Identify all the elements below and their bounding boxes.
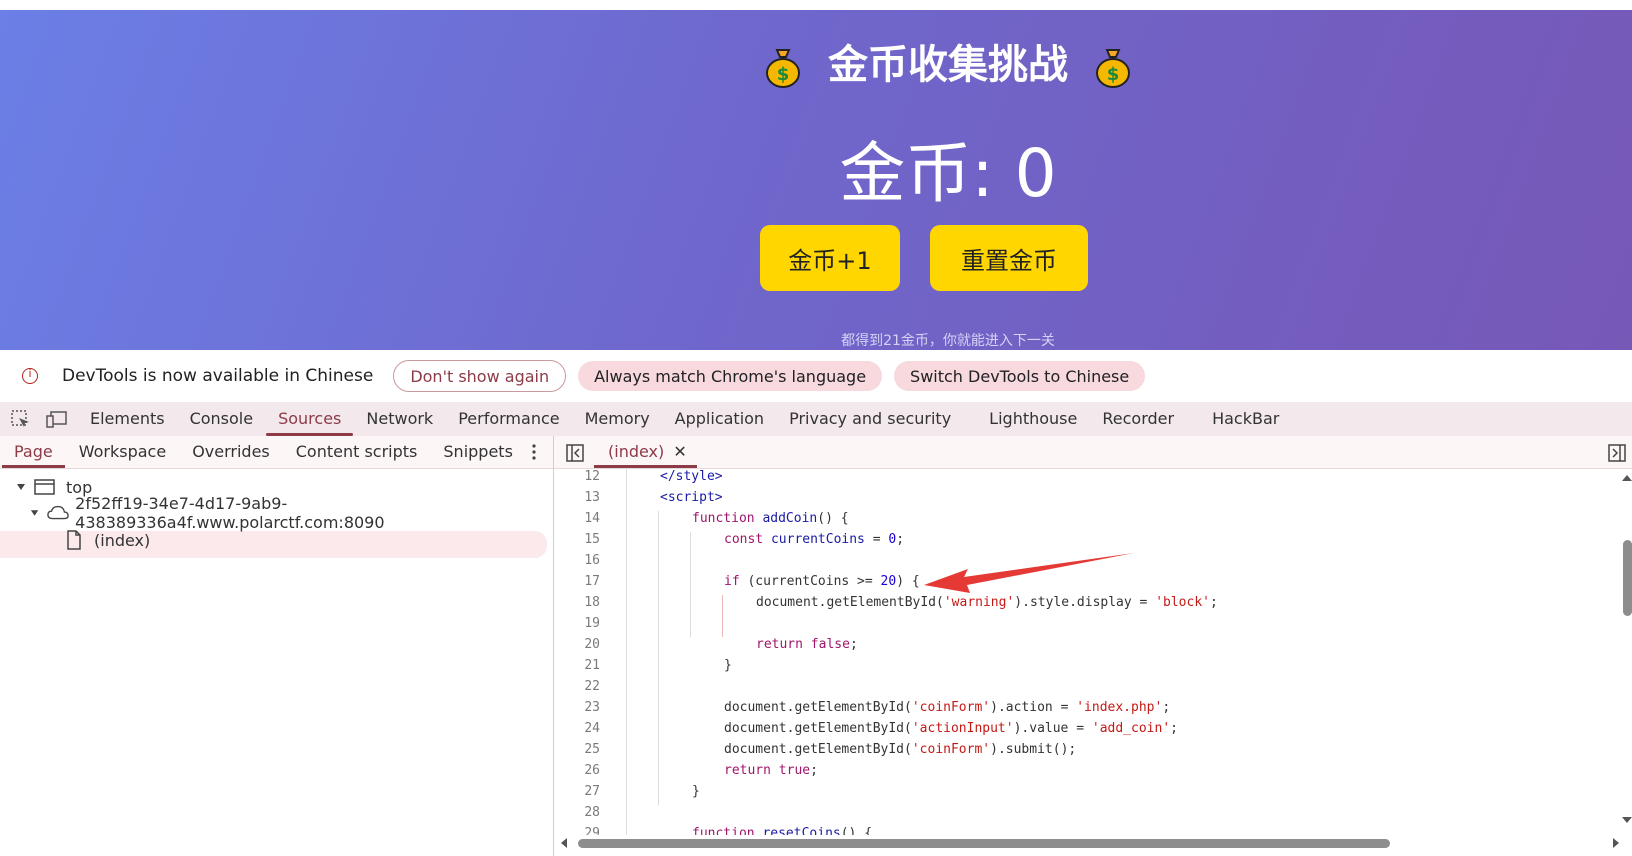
code-line: } bbox=[724, 658, 732, 673]
tab-elements[interactable]: Elements bbox=[90, 402, 165, 436]
tab-recorder[interactable]: Recorder bbox=[1102, 402, 1174, 436]
switch-to-chinese-button[interactable]: Switch DevTools to Chinese bbox=[894, 361, 1146, 391]
line-number: 17 bbox=[584, 574, 600, 589]
banner-message: DevTools is now available in Chinese bbox=[62, 366, 374, 386]
frame-icon bbox=[34, 479, 55, 495]
tab-performance[interactable]: Performance bbox=[458, 402, 559, 436]
indent-guide bbox=[626, 469, 627, 835]
navigator-tabs: Page Workspace Overrides Content scripts… bbox=[0, 436, 553, 469]
indent-guide bbox=[722, 595, 723, 637]
code-line: return true; bbox=[724, 763, 818, 778]
line-number: 13 bbox=[584, 490, 600, 505]
indent-guide bbox=[690, 532, 691, 637]
line-number: 26 bbox=[584, 763, 600, 778]
game-page: $ 金币收集挑战 $ 金币: 0 金币+1 重置金币 都得到21金币，你就能进入… bbox=[0, 10, 1632, 350]
indent-guide bbox=[658, 511, 659, 805]
scroll-down-icon[interactable] bbox=[1622, 816, 1632, 824]
device-toolbar-icon[interactable] bbox=[46, 409, 68, 429]
game-title: $ 金币收集挑战 $ bbox=[0, 32, 1632, 90]
line-number: 25 bbox=[584, 742, 600, 757]
subtab-workspace[interactable]: Workspace bbox=[79, 436, 166, 468]
scroll-right-icon[interactable] bbox=[1612, 838, 1620, 848]
code-line: <script> bbox=[660, 490, 723, 505]
subtab-overrides[interactable]: Overrides bbox=[192, 436, 270, 468]
code-line: if (currentCoins >= 20) { bbox=[724, 574, 920, 589]
money-bag-icon: $ bbox=[1095, 49, 1130, 88]
line-number: 27 bbox=[584, 784, 600, 799]
dont-show-again-button[interactable]: Don't show again bbox=[393, 360, 567, 392]
tree-item-index[interactable]: (index) bbox=[66, 527, 150, 553]
tab-network[interactable]: Network bbox=[366, 402, 433, 436]
line-number: 18 bbox=[584, 595, 600, 610]
file-tree: top 2f52ff19-34e7-4d17-9ab9-438389336a4f… bbox=[0, 469, 553, 856]
always-match-language-button[interactable]: Always match Chrome's language bbox=[578, 361, 883, 391]
code-line: const currentCoins = 0; bbox=[724, 532, 905, 547]
code-editor[interactable]: 12 13 14 15 16 17 18 19 20 21 22 23 24 2… bbox=[554, 469, 1632, 835]
file-tab-label: (index) bbox=[608, 442, 665, 461]
horizontal-scroll-thumb[interactable] bbox=[578, 839, 1390, 848]
horizontal-scrollbar[interactable] bbox=[554, 835, 1632, 851]
money-bag-icon: $ bbox=[766, 49, 801, 88]
subtab-page[interactable]: Page bbox=[2, 436, 65, 468]
coin-count: 金币: 0 bbox=[839, 135, 1057, 212]
line-number: 22 bbox=[584, 679, 600, 694]
hint-text: 都得到21金币，你就能进入下一关 bbox=[841, 333, 1055, 349]
toggle-debugger-icon[interactable] bbox=[1608, 444, 1626, 462]
code-line: function addCoin() { bbox=[692, 511, 849, 526]
line-number: 15 bbox=[584, 532, 600, 547]
file-tab-index[interactable]: (index) ✕ bbox=[594, 436, 697, 468]
triangle-down-icon bbox=[17, 484, 25, 490]
reset-coin-button[interactable]: 重置金币 bbox=[930, 225, 1088, 291]
inspect-element-icon[interactable] bbox=[10, 409, 32, 429]
line-number: 24 bbox=[584, 721, 600, 736]
tab-console[interactable]: Console bbox=[190, 402, 254, 436]
tab-memory[interactable]: Memory bbox=[585, 402, 650, 436]
triangle-down-icon bbox=[30, 510, 39, 516]
file-icon bbox=[67, 530, 81, 550]
code-line: return false; bbox=[756, 637, 858, 652]
scroll-left-icon[interactable] bbox=[560, 838, 568, 848]
code-line: } bbox=[692, 784, 700, 799]
vertical-scroll-thumb[interactable] bbox=[1623, 540, 1632, 616]
line-number: 16 bbox=[584, 553, 600, 568]
line-number: 14 bbox=[584, 511, 600, 526]
code-line: </style> bbox=[660, 469, 723, 484]
subtab-snippets[interactable]: Snippets bbox=[443, 436, 513, 468]
line-number: 12 bbox=[584, 469, 600, 484]
subtab-content-scripts[interactable]: Content scripts bbox=[296, 436, 418, 468]
toggle-navigator-icon[interactable] bbox=[566, 444, 584, 462]
tab-sources[interactable]: Sources bbox=[266, 402, 354, 436]
tree-item-origin[interactable]: 2f52ff19-34e7-4d17-9ab9-438389336a4f.www… bbox=[30, 494, 553, 532]
game-title-text: 金币收集挑战 bbox=[828, 42, 1068, 88]
more-options-icon[interactable] bbox=[532, 444, 536, 460]
line-number: 23 bbox=[584, 700, 600, 715]
add-coin-button[interactable]: 金币+1 bbox=[760, 225, 900, 291]
code-line: function resetCoins() { bbox=[692, 826, 873, 835]
line-number: 28 bbox=[584, 805, 600, 820]
annotation-arrow-icon bbox=[924, 553, 1134, 593]
tab-lighthouse[interactable]: Lighthouse bbox=[989, 402, 1077, 436]
tab-privacy-security[interactable]: Privacy and security bbox=[789, 402, 951, 436]
svg-text:$: $ bbox=[1107, 64, 1120, 85]
tab-hackbar[interactable]: HackBar bbox=[1212, 402, 1279, 436]
editor-tabs: (index) ✕ bbox=[554, 436, 1632, 469]
line-number: 19 bbox=[584, 616, 600, 631]
line-number: 20 bbox=[584, 637, 600, 652]
close-icon[interactable]: ✕ bbox=[673, 442, 686, 461]
devtools-main-tabs: Elements Console Sources Network Perform… bbox=[0, 402, 1632, 437]
scroll-up-icon[interactable] bbox=[1622, 474, 1632, 482]
info-icon bbox=[22, 367, 38, 384]
line-number: 29 bbox=[584, 826, 600, 835]
devtools-language-banner: DevTools is now available in Chinese Don… bbox=[0, 350, 1632, 402]
tree-label-index: (index) bbox=[94, 530, 151, 550]
svg-text:$: $ bbox=[777, 64, 790, 85]
line-number: 21 bbox=[584, 658, 600, 673]
code-line: document.getElementById('coinForm').acti… bbox=[724, 700, 1171, 715]
tab-application[interactable]: Application bbox=[675, 402, 764, 436]
cloud-icon bbox=[47, 505, 69, 520]
code-line: document.getElementById('actionInput').v… bbox=[724, 721, 1178, 736]
code-line: document.getElementById('coinForm').subm… bbox=[724, 742, 1077, 757]
